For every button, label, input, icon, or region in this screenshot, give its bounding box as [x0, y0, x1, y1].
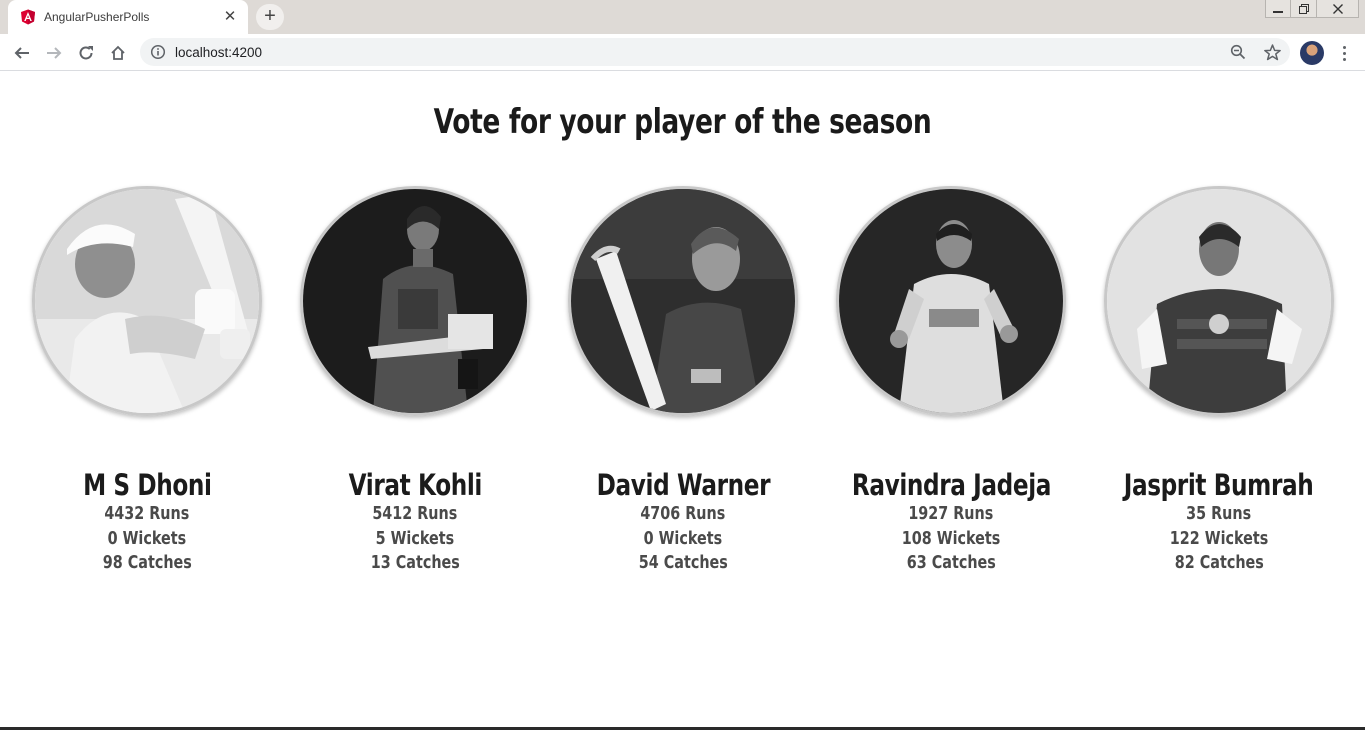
- player-photo[interactable]: [32, 186, 262, 416]
- player-catches: 13 Catches: [370, 553, 460, 573]
- address-bar[interactable]: localhost:4200: [140, 38, 1290, 66]
- player-wickets: 122 Wickets: [1169, 528, 1269, 549]
- player-name: Ravindra Jadeja: [851, 468, 1051, 502]
- player-name: M S Dhoni: [82, 468, 212, 502]
- player-catches: 54 Catches: [638, 553, 728, 573]
- new-tab-button[interactable]: +: [256, 4, 284, 30]
- omnibox-actions: [1228, 42, 1282, 62]
- star-icon[interactable]: [1262, 42, 1282, 62]
- minimize-button[interactable]: [1265, 0, 1291, 18]
- player-catches: 82 Catches: [1174, 553, 1264, 573]
- player-card-kohli[interactable]: Virat Kohli 5412 Runs 5 Wickets 13 Catch…: [281, 186, 549, 576]
- players-row: M S Dhoni 4432 Runs 0 Wickets 98 Catches: [13, 186, 1353, 576]
- player-wickets: 0 Wickets: [107, 528, 187, 549]
- player-card-jadeja[interactable]: Ravindra Jadeja 1927 Runs 108 Wickets 63…: [817, 186, 1085, 576]
- player-photo[interactable]: [1104, 186, 1334, 416]
- profile-avatar[interactable]: [1300, 41, 1324, 65]
- player-runs: 35 Runs: [1186, 504, 1252, 524]
- player-card-warner[interactable]: David Warner 4706 Runs 0 Wickets 54 Catc…: [549, 186, 817, 576]
- reload-icon[interactable]: [73, 40, 99, 66]
- player-name: Virat Kohli: [348, 468, 482, 502]
- player-name: David Warner: [596, 468, 770, 502]
- info-icon[interactable]: [150, 44, 166, 60]
- player-card-dhoni[interactable]: M S Dhoni 4432 Runs 0 Wickets 98 Catches: [13, 186, 281, 576]
- player-wickets: 0 Wickets: [643, 528, 723, 549]
- page-heading: Vote for your player of the season: [433, 102, 932, 142]
- player-photo[interactable]: [836, 186, 1066, 416]
- back-arrow-icon[interactable]: [9, 40, 35, 66]
- player-runs: 4432 Runs: [104, 504, 190, 524]
- browser-tab[interactable]: AngularPusherPolls ✕: [8, 0, 248, 34]
- zoom-out-icon[interactable]: [1228, 42, 1248, 62]
- angular-logo-icon: [20, 9, 36, 25]
- tab-strip: AngularPusherPolls ✕ +: [0, 0, 1365, 34]
- forward-arrow-icon[interactable]: [41, 40, 67, 66]
- player-runs: 1927 Runs: [908, 504, 994, 524]
- kebab-menu-icon[interactable]: [1334, 41, 1354, 65]
- player-card-bumrah[interactable]: Jasprit Bumrah 35 Runs 122 Wickets 82 Ca…: [1085, 186, 1353, 576]
- player-runs: 4706 Runs: [640, 504, 726, 524]
- tab-title: AngularPusherPolls: [44, 10, 150, 24]
- player-catches: 98 Catches: [102, 553, 192, 573]
- player-runs: 5412 Runs: [372, 504, 458, 524]
- player-photo[interactable]: [568, 186, 798, 416]
- home-icon[interactable]: [105, 40, 131, 66]
- close-tab-icon[interactable]: ✕: [222, 9, 238, 25]
- page-content: Vote for your player of the season M S D…: [0, 72, 1365, 728]
- url-text[interactable]: localhost:4200: [175, 45, 262, 60]
- close-window-button[interactable]: [1317, 0, 1359, 18]
- player-wickets: 108 Wickets: [901, 528, 1001, 549]
- player-wickets: 5 Wickets: [375, 528, 455, 549]
- player-catches: 63 Catches: [906, 553, 996, 573]
- player-name: Jasprit Bumrah: [1124, 468, 1314, 502]
- window-controls: [1265, 0, 1359, 18]
- browser-toolbar: localhost:4200: [0, 34, 1365, 71]
- restore-button[interactable]: [1291, 0, 1317, 18]
- player-photo[interactable]: [300, 186, 530, 416]
